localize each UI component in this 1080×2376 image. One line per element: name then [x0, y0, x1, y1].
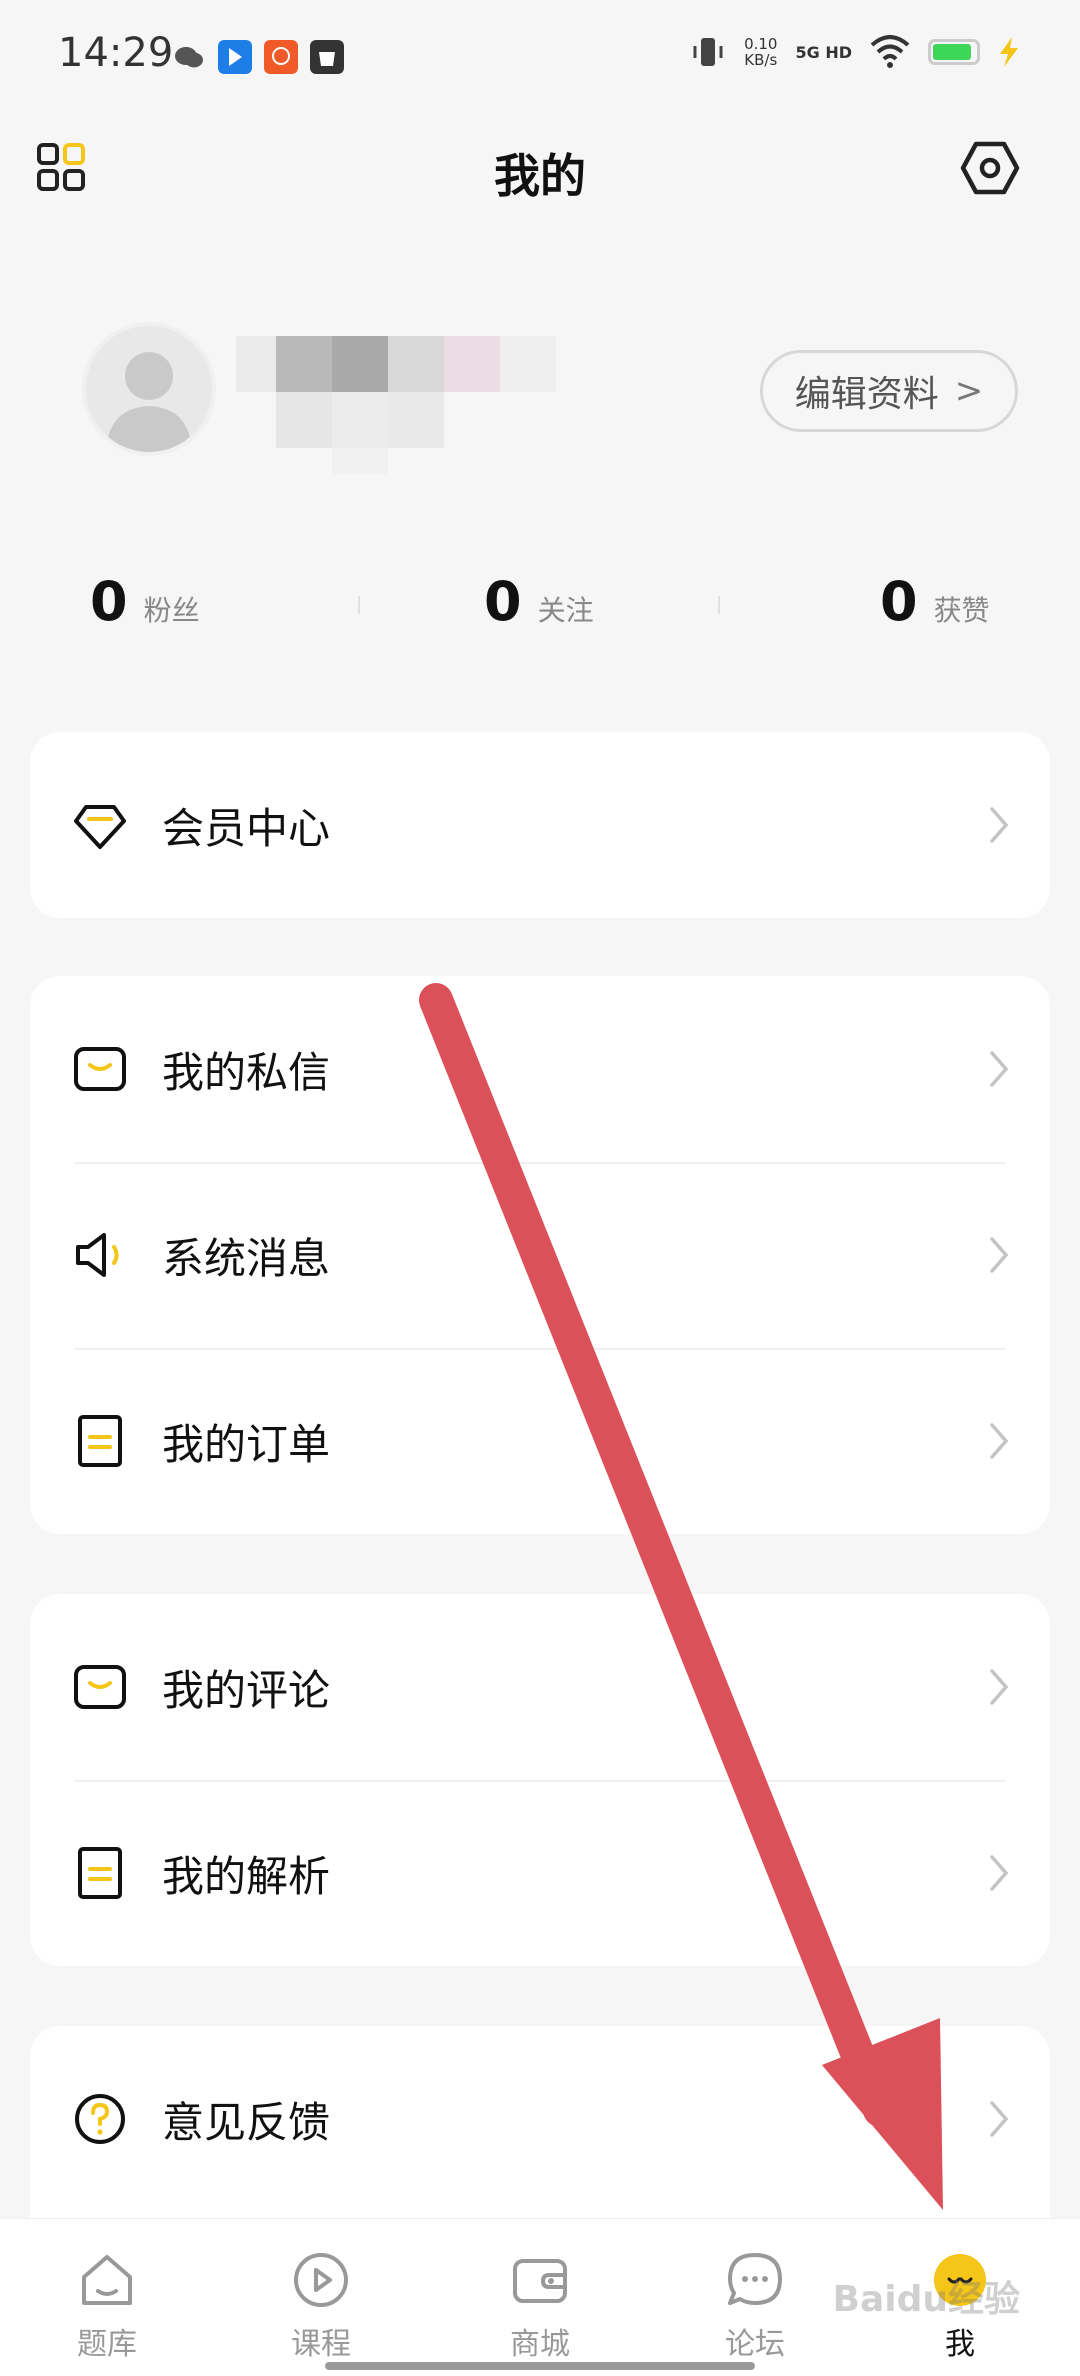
chevron-right-icon: >: [954, 371, 984, 411]
nav-label: 商城: [510, 2327, 570, 2362]
status-bar: 14:29 0.10 KB/s 5G HD: [0, 0, 1080, 115]
chevron-right-icon: [990, 807, 1009, 843]
question-icon: [75, 2094, 125, 2144]
menu-item-analysis[interactable]: 我的解析: [30, 1780, 1050, 1966]
nav-item-question-bank[interactable]: 题库: [42, 2249, 172, 2363]
status-time: 14:29: [58, 30, 174, 76]
chevron-right-icon: [990, 1855, 1009, 1891]
menu-label: 意见反馈: [162, 2097, 331, 2147]
chevron-right-icon: [990, 1423, 1009, 1459]
network-type: 5G HD: [795, 42, 852, 62]
chevron-right-icon: [990, 1051, 1009, 1087]
chevron-right-icon: [990, 2101, 1009, 2137]
wallet-icon: [513, 2259, 567, 2303]
app-bag-icon: [310, 40, 344, 74]
menu-label: 我的私信: [162, 1047, 331, 1097]
stats-bar: 0 粉丝 0 关注 0 获赞: [0, 570, 1080, 650]
stat-value: 0: [880, 570, 918, 633]
nav-label: 题库: [77, 2327, 137, 2362]
stat-value: 0: [484, 570, 522, 633]
stat-following[interactable]: 0 关注: [484, 570, 594, 633]
nav-item-courses[interactable]: 课程: [256, 2249, 386, 2363]
status-system-icons: 0.10 KB/s 5G HD: [690, 34, 1020, 70]
nav-label: 我: [945, 2327, 975, 2362]
status-app-icons: [172, 40, 344, 74]
app-orange-icon: [264, 40, 298, 74]
stat-label: 关注: [537, 594, 594, 627]
menu-label: 系统消息: [162, 1233, 331, 1283]
edit-profile-button[interactable]: 编辑资料 >: [760, 350, 1018, 432]
stat-label: 粉丝: [143, 594, 200, 627]
net-speed-value: 0.10: [744, 35, 778, 53]
wifi-icon: [870, 35, 910, 68]
nav-item-forum[interactable]: 论坛: [690, 2249, 820, 2363]
order-icon: [78, 1415, 122, 1467]
nav-label: 课程: [291, 2327, 351, 2362]
comments-card: 我的评论 我的解析: [30, 1594, 1050, 1966]
username-pixelated: [236, 336, 556, 474]
wechat-icon: [175, 47, 203, 68]
play-icon: [294, 2253, 348, 2307]
settings-icon[interactable]: [960, 138, 1020, 198]
menu-label: 我的评论: [162, 1665, 331, 1715]
home-indicator[interactable]: [325, 2362, 755, 2370]
watermark: Baidu经验: [832, 2279, 1020, 2320]
stat-fans[interactable]: 0 粉丝: [90, 570, 200, 633]
charging-icon: [1000, 37, 1018, 67]
nav-item-store[interactable]: 商城: [475, 2249, 605, 2363]
stat-divider: [358, 596, 360, 614]
menu-label: 我的订单: [162, 1419, 331, 1469]
speaker-icon: [76, 1233, 119, 1277]
menu-item-vip[interactable]: 会员中心: [30, 732, 1050, 918]
comment-icon: [74, 1665, 126, 1709]
chevron-right-icon: [990, 1237, 1009, 1273]
nav-label: 论坛: [725, 2327, 785, 2362]
menu-item-orders[interactable]: 我的订单: [30, 1348, 1050, 1534]
analysis-icon: [78, 1847, 122, 1899]
app-blue-icon: [218, 40, 252, 74]
menu-item-feedback[interactable]: 意见反馈: [30, 2026, 1050, 2212]
home-icon: [82, 2255, 132, 2305]
diamond-icon: [74, 805, 126, 849]
message-icon: [74, 1047, 126, 1091]
battery-level: [933, 44, 971, 60]
net-speed: 0.10 KB/s: [744, 36, 777, 68]
stat-divider: [718, 596, 720, 614]
net-speed-unit: KB/s: [744, 51, 778, 69]
avatar[interactable]: [82, 322, 216, 456]
stat-likes[interactable]: 0 获赞: [880, 570, 990, 633]
chat-icon: [728, 2253, 782, 2305]
edit-profile-label: 编辑资料: [794, 374, 939, 415]
vibrate-icon: [693, 38, 723, 66]
battery-icon: [928, 39, 980, 65]
chevron-right-icon: [990, 1669, 1009, 1705]
stat-label: 获赞: [933, 594, 990, 627]
messages-card: 我的私信 系统消息 我的订单: [30, 976, 1050, 1534]
menu-item-messages[interactable]: 我的私信: [30, 976, 1050, 1162]
menu-item-comments[interactable]: 我的评论: [30, 1594, 1050, 1780]
menu-item-system-messages[interactable]: 系统消息: [30, 1162, 1050, 1348]
menu-label: 会员中心: [162, 803, 331, 853]
menu-label: 我的解析: [162, 1851, 331, 1901]
stat-value: 0: [90, 570, 128, 633]
vip-card: 会员中心: [30, 732, 1050, 918]
default-avatar-icon: [106, 352, 192, 452]
page-title: 我的: [494, 149, 586, 203]
